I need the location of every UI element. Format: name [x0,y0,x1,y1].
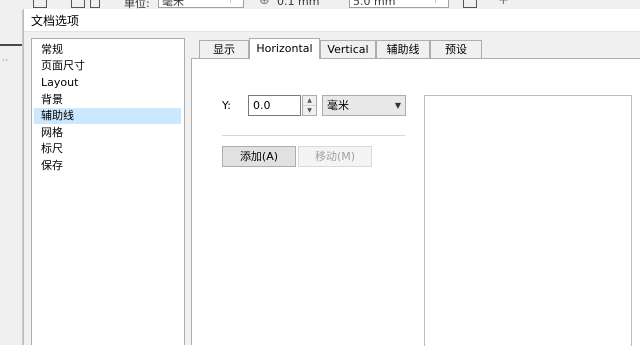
unit-dropdown[interactable]: 毫米 ▼ [322,95,406,116]
category-layout[interactable]: Layout [34,75,181,91]
category-grid[interactable]: 网格 [34,125,181,141]
ruler-edge [0,23,22,46]
add-button[interactable]: 添加(A) [222,146,296,167]
y-position-stepper[interactable]: ▲ ▼ [302,95,317,116]
chevron-up-icon[interactable]: ▲ [303,96,316,105]
dropdown-arrow-icon: ▼ [394,101,401,110]
offset-field[interactable]: 5.0 mm ▲ [349,0,449,8]
tab-horizontal[interactable]: Horizontal [249,38,320,59]
spinner-icon[interactable]: ▲ [435,0,448,3]
guideline-list[interactable] [424,95,632,346]
category-background[interactable]: 背景 [34,92,181,108]
unit-select-value: 毫米 [162,0,184,8]
offset-value: 5.0 mm [353,0,396,8]
document-options-dialog: 文档选项 常规 页面尺寸 Layout 背景 辅助线 网格 标尺 保存 显示 H… [23,9,640,346]
portrait-page-icon[interactable] [90,0,100,8]
nudge-icon: ⊕ [259,0,270,8]
category-general[interactable]: 常规 [34,42,181,58]
tab-presets[interactable]: 预设 [430,40,482,58]
category-save[interactable]: 保存 [34,158,181,174]
snap-icon[interactable] [463,0,477,8]
separator [222,135,405,136]
dialog-title: 文档选项 [31,14,80,28]
horizontal-panel: Y: 0.0 ▲ ▼ 毫米 ▼ 添加(A) 移动(M) [191,58,640,346]
tab-display[interactable]: 显示 [199,40,249,58]
category-tree[interactable]: 常规 页面尺寸 Layout 背景 辅助线 网格 标尺 保存 [31,38,185,345]
tab-vertical[interactable]: Vertical [320,40,376,58]
tab-guidelines[interactable]: 辅助线 [376,40,430,58]
y-position-input[interactable]: 0.0 [248,95,301,116]
category-page-size[interactable]: 页面尺寸 [34,58,181,74]
unit-dropdown-value: 毫米 [327,99,349,112]
chevron-down-icon: ▼ [230,0,243,3]
category-rulers[interactable]: 标尺 [34,141,181,157]
background-toolbox: ·· [0,10,23,345]
unit-select[interactable]: 毫米 ▼ [158,0,244,8]
page-frame-icon[interactable] [33,0,47,8]
plus-icon[interactable]: + [498,0,509,8]
move-button[interactable]: 移动(M) [298,146,372,167]
nudge-value[interactable]: 0.1 mm [277,0,319,8]
ruler-dots: ·· [2,56,10,65]
landscape-page-icon[interactable] [71,0,85,8]
title-bar[interactable]: 文档选项 [24,9,640,32]
category-guidelines[interactable]: 辅助线 [34,108,181,124]
chevron-down-icon[interactable]: ▼ [303,105,316,115]
y-label: Y: [222,99,231,112]
